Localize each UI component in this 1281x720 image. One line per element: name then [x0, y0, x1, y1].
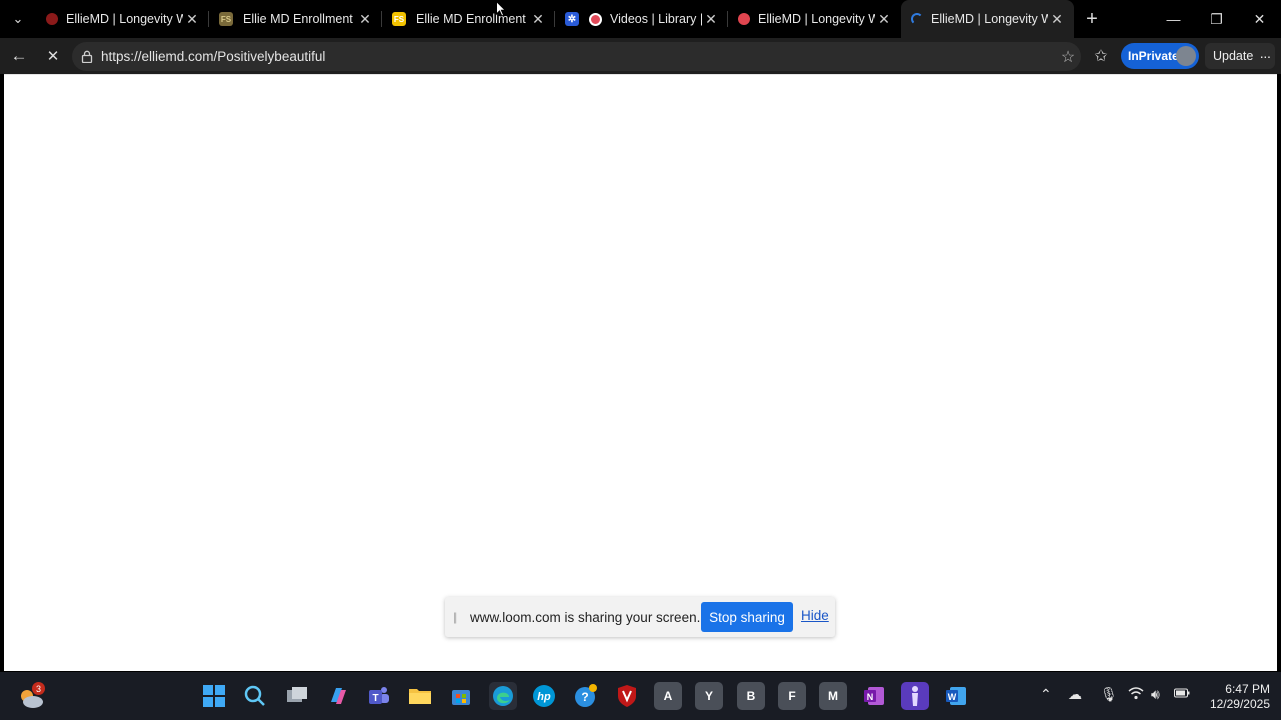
- tab-title: Videos | Library | Lo: [610, 12, 702, 26]
- onedrive-icon[interactable]: ☁: [1068, 686, 1082, 703]
- close-icon[interactable]: ✕: [356, 10, 374, 28]
- fs-icon: FS: [392, 12, 406, 26]
- svg-text:N: N: [867, 692, 874, 702]
- word-icon[interactable]: W: [942, 682, 970, 710]
- tab-title: ElliеMD | Longevity With: [66, 12, 183, 26]
- tab-elliemd-1[interactable]: ElliеMD | Longevity With ✕: [36, 0, 209, 38]
- tab-enrollment-2[interactable]: FS Ellie MD Enrollment ✕: [382, 0, 555, 38]
- svg-text:?: ?: [581, 690, 588, 704]
- edge-icon[interactable]: [489, 682, 517, 710]
- back-arrow-icon[interactable]: ←: [2, 39, 36, 73]
- minimize-icon[interactable]: —: [1152, 0, 1195, 38]
- app-a-icon[interactable]: A: [654, 682, 682, 710]
- browser-toolbar: ← ✕ https://elliemd.com/Positivelybeauti…: [0, 38, 1281, 74]
- clock-time: 6:47 PM: [1225, 682, 1270, 696]
- tab-elliemd-active[interactable]: ElliеMD | Longevity With ✕: [901, 0, 1074, 38]
- app-b-icon[interactable]: B: [737, 682, 765, 710]
- close-icon[interactable]: ✕: [183, 10, 201, 28]
- mouse-cursor-icon: [496, 1, 506, 17]
- favorites-icon[interactable]: ✩: [1087, 39, 1115, 73]
- star-icon[interactable]: ☆: [1055, 47, 1081, 67]
- svg-text:T: T: [372, 693, 378, 704]
- tab-title: Ellie MD Enrollment: [416, 12, 526, 26]
- copilot-icon[interactable]: [324, 682, 352, 710]
- gear-icon: ✲: [565, 12, 579, 26]
- tab-title: ElliеMD | Longevity With: [931, 12, 1048, 26]
- notification-badge: 3: [32, 682, 45, 695]
- window-controls: — ❐ ✕: [1152, 0, 1281, 38]
- fs-icon: FS: [219, 12, 233, 26]
- inprivate-button[interactable]: InPrivate: [1121, 43, 1199, 69]
- taskbar: T hp ? A Y B F M N W ⌃ ☁ 🎙︎ 🔊︎ 6:47 PM 1…: [0, 672, 1281, 720]
- tab-enrollment-1[interactable]: FS Ellie MD Enrollment ✕: [209, 0, 382, 38]
- stop-sharing-button[interactable]: Stop sharing: [701, 602, 793, 632]
- tab-bar: ⌄ ElliеMD | Longevity With ✕ FS Ellie MD…: [0, 0, 1281, 38]
- avatar: [1176, 46, 1196, 66]
- wifi-icon[interactable]: [1128, 686, 1144, 703]
- hp-icon[interactable]: hp: [530, 682, 558, 710]
- tab-actions-menu-icon[interactable]: ⌄: [0, 0, 36, 38]
- store-icon[interactable]: [447, 682, 475, 710]
- tab-elliemd-2[interactable]: ElliеMD | Longevity With ✕: [728, 0, 901, 38]
- file-explorer-icon[interactable]: [406, 682, 434, 710]
- onenote-icon[interactable]: N: [860, 682, 888, 710]
- clock-date: 12/29/2025: [1209, 697, 1270, 711]
- close-icon[interactable]: ✕: [529, 10, 547, 28]
- inprivate-label: InPrivate: [1128, 49, 1179, 63]
- app-m-icon[interactable]: M: [819, 682, 847, 710]
- update-button[interactable]: Update ···: [1205, 43, 1275, 69]
- tab-title: Ellie MD Enrollment: [243, 12, 353, 26]
- volume-icon[interactable]: 🔊︎: [1151, 686, 1160, 703]
- loom-icon: [589, 12, 602, 26]
- restore-icon[interactable]: ❐: [1195, 0, 1238, 38]
- drag-handle-icon[interactable]: ||: [453, 610, 467, 624]
- help-icon[interactable]: ?: [572, 682, 600, 710]
- new-tab-button[interactable]: +: [1074, 0, 1110, 38]
- address-bar[interactable]: https://elliemd.com/Positivelybeautiful …: [72, 42, 1081, 71]
- stop-loading-icon[interactable]: ✕: [36, 39, 70, 73]
- close-window-icon[interactable]: ✕: [1238, 0, 1281, 38]
- red-circle-icon: [738, 13, 750, 25]
- svg-text:W: W: [948, 692, 957, 702]
- task-view-icon[interactable]: [283, 682, 311, 710]
- screen-share-bar: || www.loom.com is sharing your screen. …: [445, 597, 835, 637]
- app-y-icon[interactable]: Y: [695, 682, 723, 710]
- teams-icon[interactable]: T: [365, 682, 393, 710]
- lock-icon: [80, 50, 94, 64]
- microphone-icon[interactable]: 🎙︎: [1100, 686, 1118, 703]
- chevron-up-icon[interactable]: ⌃: [1040, 686, 1052, 703]
- mcafee-shield-icon[interactable]: [613, 682, 641, 710]
- page-content: [4, 74, 1277, 671]
- more-icon[interactable]: ···: [1259, 48, 1271, 64]
- figure-app-icon[interactable]: [901, 682, 929, 710]
- update-label: Update: [1213, 49, 1254, 63]
- close-icon[interactable]: ✕: [702, 10, 720, 28]
- svg-text:hp: hp: [537, 691, 551, 703]
- hide-link[interactable]: Hide: [801, 608, 829, 623]
- close-icon[interactable]: ✕: [1048, 10, 1066, 28]
- battery-icon[interactable]: [1174, 686, 1190, 702]
- app-f-icon[interactable]: F: [778, 682, 806, 710]
- system-clock[interactable]: 6:47 PM 12/29/2025: [1200, 682, 1270, 712]
- share-message: www.loom.com is sharing your screen.: [470, 609, 701, 625]
- red-circle-icon: [46, 13, 58, 25]
- loading-icon: [911, 13, 923, 25]
- close-icon[interactable]: ✕: [875, 10, 893, 28]
- windows-start-icon[interactable]: [200, 682, 228, 710]
- url-text: https://elliemd.com/Positivelybeautiful: [101, 49, 326, 64]
- tab-title: ElliеMD | Longevity With: [758, 12, 875, 26]
- search-icon[interactable]: [241, 682, 269, 710]
- tab-loom-videos[interactable]: ✲ Videos | Library | Lo ✕: [555, 0, 728, 38]
